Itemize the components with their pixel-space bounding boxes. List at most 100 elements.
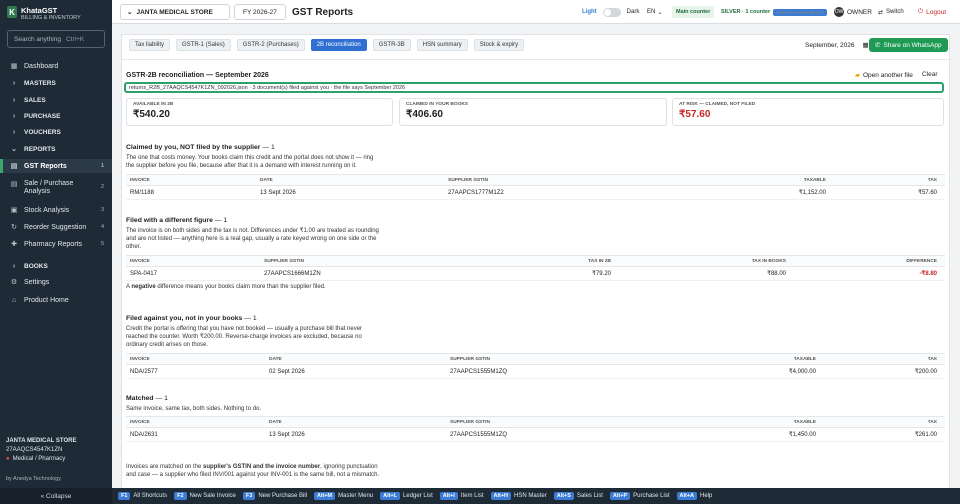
table-row[interactable]: RM/1188 13 Sept 2026 27AAPCS1777M1Z2 ₹1,… xyxy=(126,186,945,200)
sidebar-section-vouchers[interactable]: › VOUCHERS xyxy=(0,125,112,139)
clear-button[interactable]: Clear xyxy=(922,71,938,78)
sidebar-item-dashboard[interactable]: ▦ Dashboard xyxy=(0,59,112,73)
shortcut-new-sale[interactable]: F2 New Sale Invoice xyxy=(174,492,236,500)
period-picker[interactable]: September, 2026 ▦ xyxy=(805,39,869,51)
table-row[interactable]: SPA-0417 27AAPCS1666M1ZN ₹79.20 ₹88.00 -… xyxy=(126,267,945,281)
chart-icon: ▤ xyxy=(10,163,18,170)
tab-gstr3b[interactable]: GSTR-3B xyxy=(372,39,411,51)
whatsapp-icon: ✆ xyxy=(875,42,881,49)
sidebar: K KhataGST BILLING & INVENTORY Search an… xyxy=(0,0,112,504)
shortcut-purchase-list[interactable]: Alt+P Purchase List xyxy=(609,492,670,500)
open-file-button[interactable]: ▰ Open another file xyxy=(855,71,913,80)
sidebar-item-reorder-suggestion[interactable]: ↻ Reorder Suggestion 4 xyxy=(0,220,112,234)
stat-at-risk: AT RISK — CLAIMED, NOT FILED ₹57.60 xyxy=(672,98,944,126)
shortcut-master-menu[interactable]: Alt+M Master Menu xyxy=(314,492,373,500)
shortcut-hsn-master[interactable]: Alt+H HSN Master xyxy=(490,492,547,500)
tab-2b-reconciliation[interactable]: 2B reconciliation xyxy=(310,39,367,51)
sidebar-item-shortcut: 2 xyxy=(100,184,104,190)
licence-label: SILVER · 1 counter xyxy=(721,9,771,15)
shop-gstin: 27AAQCS4547K1ZN xyxy=(6,447,63,453)
table-row[interactable]: NDA/2577 02 Sept 2026 27AAPCS1555M1ZQ ₹4… xyxy=(126,365,945,379)
collapse-button[interactable]: « Collapse xyxy=(0,488,112,504)
sidebar-item-label: MASTERS xyxy=(24,79,56,87)
licence-info: SILVER · 1 counter ANR-SLV-2026-457F07 xyxy=(721,0,827,24)
main-content: Tax liability GSTR-1 (Sales) GSTR-2 (Pur… xyxy=(112,24,960,488)
sidebar-item-shortcut: 1 xyxy=(100,163,104,169)
switch-label: Switch xyxy=(886,9,904,15)
stat-label: CLAIMED IN YOUR BOOKS xyxy=(406,102,469,107)
sidebar-item-label: SALES xyxy=(24,96,46,104)
table-row[interactable]: NDA/2631 13 Sept 2026 27AAPCS1555M1ZQ ₹1… xyxy=(126,428,945,442)
sidebar-item-product-home[interactable]: ⌂ Product Home xyxy=(0,293,112,307)
sidebar-section-purchase[interactable]: › PURCHASE xyxy=(0,109,112,123)
report-card: Tax liability GSTR-1 (Sales) GSTR-2 (Pur… xyxy=(121,34,951,488)
shop-name: JANTA MEDICAL STORE xyxy=(6,438,77,444)
shortcut-ledger-list[interactable]: Alt+L Ledger List xyxy=(380,492,433,500)
counter-badge[interactable]: Main counter xyxy=(672,6,715,18)
chevron-right-icon: › xyxy=(12,112,16,120)
stat-value: ₹406.60 xyxy=(406,109,443,120)
brand-logo[interactable]: K KhataGST BILLING & INVENTORY xyxy=(7,6,81,21)
section-desc-matched: Same invoice, same tax, both sides. Noth… xyxy=(126,406,262,412)
search-input[interactable]: Search anything Ctrl+K xyxy=(7,30,105,48)
shop-type: Medical / Pharmacy xyxy=(12,456,66,462)
sidebar-item-label: Sale / Purchase Analysis xyxy=(24,180,74,195)
search-shortcut: Ctrl+K xyxy=(65,35,85,43)
user-role: OWNER xyxy=(847,8,872,16)
shortcut-bar: F1 All Shortcuts F2 New Sale Invoice F3 New… xyxy=(112,488,960,504)
switch-button[interactable]: ⇄ Switch xyxy=(878,0,904,24)
section-title-not-in-books: Filed against you, not in your books — 1 xyxy=(126,315,257,322)
sidebar-item-label: GST Reports xyxy=(24,162,67,170)
language-selector[interactable]: EN ⌄ xyxy=(647,0,662,24)
period-value: September, 2026 xyxy=(805,41,855,49)
sidebar-item-label: REPORTS xyxy=(24,145,56,153)
logo-icon: K xyxy=(7,6,17,18)
shortcut-sales-list[interactable]: Alt+S Sales List xyxy=(553,492,603,500)
user-menu[interactable]: OW OWNER xyxy=(834,0,872,24)
sidebar-item-label: Product Home xyxy=(24,296,69,304)
table-header: INVOICE DATE SUPPLIER GSTIN TAXABLE TAX xyxy=(126,353,945,365)
tab-stock-expiry[interactable]: Stock & expiry xyxy=(473,39,525,51)
theme-toggle[interactable]: Light Dark xyxy=(582,0,639,24)
section-desc-claimed: The one that costs money. Your books cla… xyxy=(126,155,374,169)
licence-key: ANR-SLV-2026-457F07 xyxy=(773,8,827,16)
stat-label: AVAILABLE IN 2B xyxy=(133,102,174,107)
sidebar-item-stock-analysis[interactable]: ▣ Stock Analysis 3 xyxy=(0,203,112,217)
logout-button[interactable]: ⏻ Logout xyxy=(918,0,946,24)
section-title-different: Filed with a different figure — 1 xyxy=(126,217,228,224)
grid-icon: ▦ xyxy=(10,63,18,70)
table-matched: INVOICE DATE SUPPLIER GSTIN TAXABLE TAX … xyxy=(126,416,945,442)
shortcut-item-list[interactable]: Alt+I Item List xyxy=(439,492,484,500)
sidebar-section-sales[interactable]: › SALES xyxy=(0,93,112,107)
theme-light-label: Light xyxy=(582,9,597,15)
chevron-right-icon: › xyxy=(12,79,16,87)
shortcut-help[interactable]: Alt+A Help xyxy=(676,492,712,500)
shop-selector[interactable]: ⌄ JANTA MEDICAL STORE xyxy=(120,4,230,20)
shop-select-value: JANTA MEDICAL STORE xyxy=(136,8,213,16)
sidebar-section-books[interactable]: › BOOKS xyxy=(0,259,112,273)
sidebar-item-label: Dashboard xyxy=(24,62,59,70)
chevron-right-icon: › xyxy=(12,128,16,136)
tab-hsn-summary[interactable]: HSN summary xyxy=(416,39,468,51)
sidebar-item-settings[interactable]: ⚙ Settings xyxy=(0,275,112,289)
fy-selector[interactable]: FY 2026-27 xyxy=(234,4,286,20)
share-whatsapp-button[interactable]: ✆ Share on WhatsApp xyxy=(869,38,948,52)
tab-tax-liability[interactable]: Tax liability xyxy=(129,39,171,51)
shortcut-all[interactable]: F1 All Shortcuts xyxy=(118,492,167,500)
shortcut-new-purchase[interactable]: F3 New Purchase Bill xyxy=(242,492,307,500)
stat-label: AT RISK — CLAIMED, NOT FILED xyxy=(679,102,756,107)
sidebar-item-shortcut: 4 xyxy=(100,224,104,230)
sidebar-section-masters[interactable]: › MASTERS xyxy=(0,76,112,90)
sidebar-item-gst-reports[interactable]: ▤ GST Reports 1 xyxy=(0,159,112,173)
theme-switch[interactable] xyxy=(602,7,621,17)
sidebar-section-reports[interactable]: ⌄ REPORTS xyxy=(0,142,112,156)
home-icon: ⌂ xyxy=(11,296,17,304)
chart-icon: ▤ xyxy=(10,181,18,188)
tab-gstr1[interactable]: GSTR-1 (Sales) xyxy=(176,39,231,51)
sidebar-item-shortcut: 5 xyxy=(100,241,104,247)
sidebar-item-pharmacy-reports[interactable]: ✚ Pharmacy Reports 5 xyxy=(0,237,112,251)
sidebar-item-label: Pharmacy Reports xyxy=(24,240,82,248)
sidebar-item-sale-purchase-analysis[interactable]: ▤ Sale / Purchase Analysis 2 xyxy=(0,178,112,198)
folder-icon: ▰ xyxy=(855,72,860,79)
tab-gstr2[interactable]: GSTR-2 (Purchases) xyxy=(236,39,305,51)
